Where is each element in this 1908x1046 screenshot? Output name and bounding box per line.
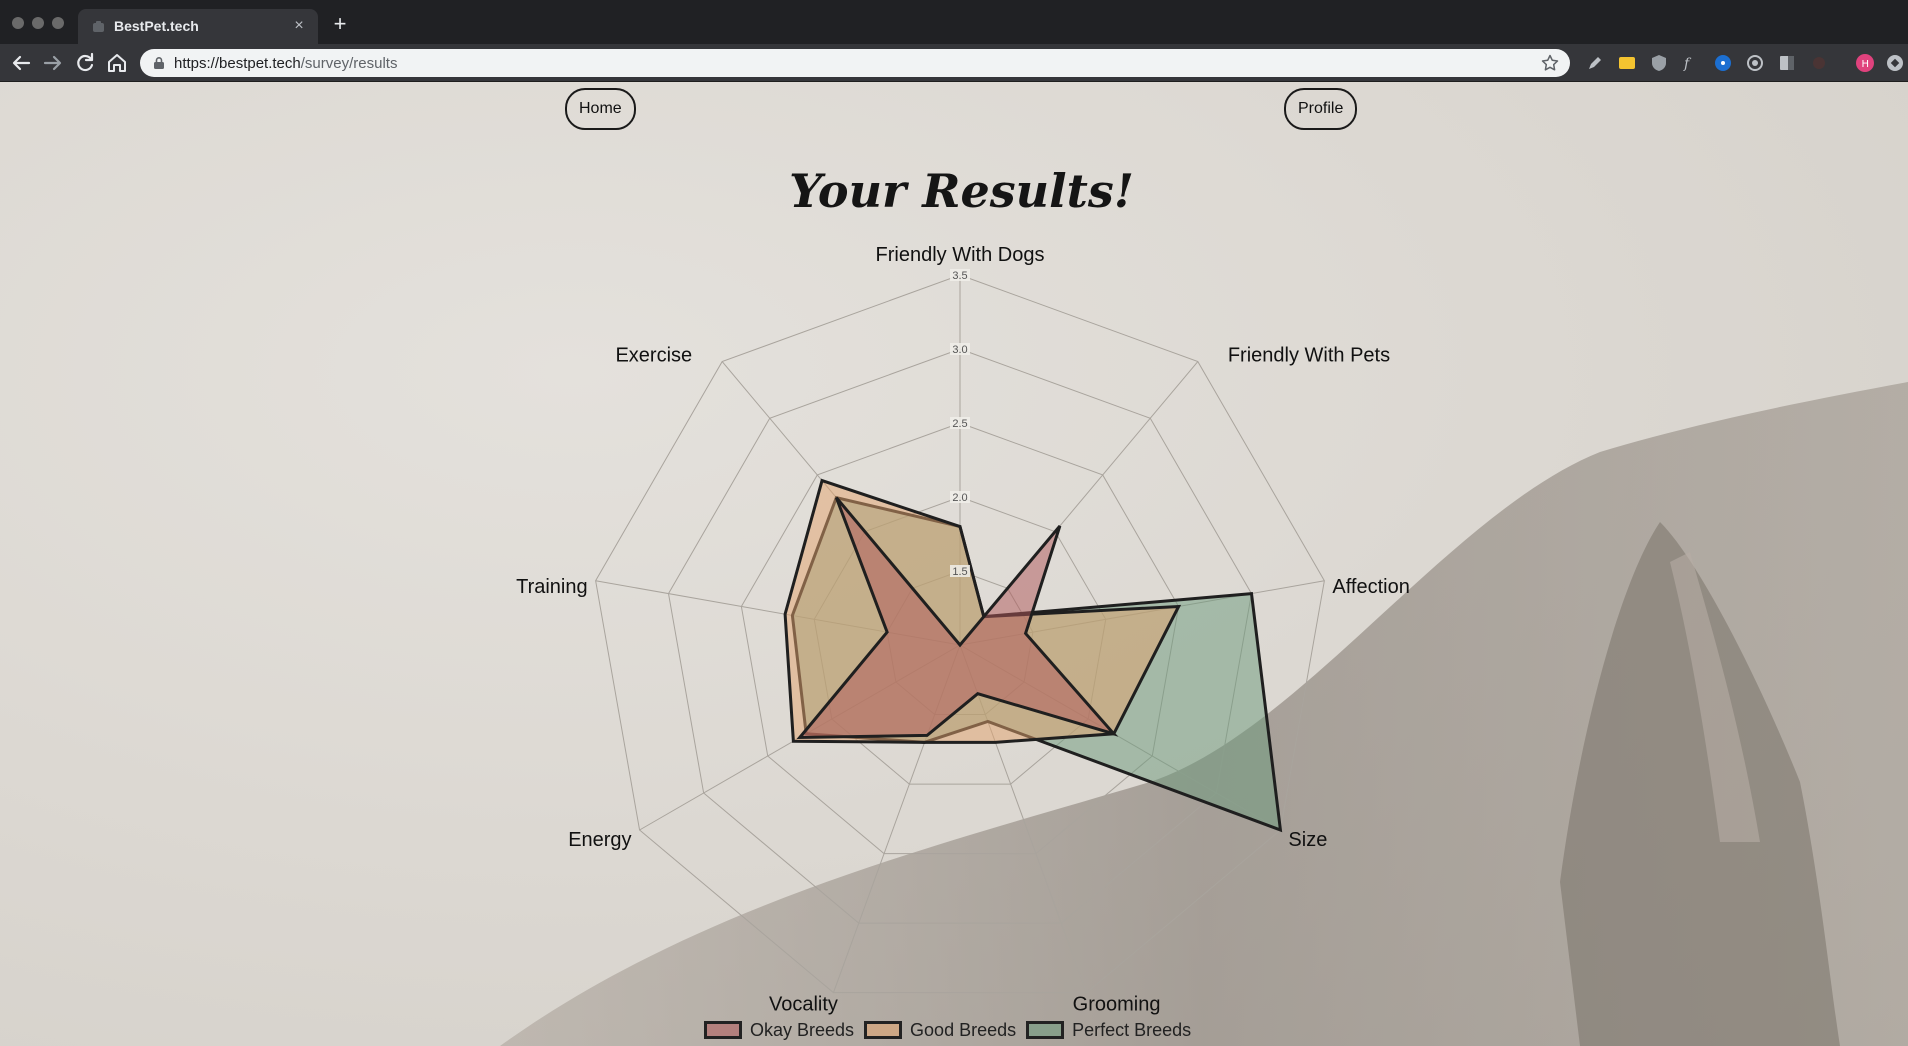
legend-item-good[interactable]: Good Breeds	[864, 1020, 1016, 1041]
browser-tab[interactable]: BestPet.tech ×	[78, 9, 318, 44]
browser-toolbar: https://bestpet.tech/survey/results f H	[0, 44, 1908, 82]
axis-label: Energy	[568, 829, 631, 851]
back-arrow-icon[interactable]	[9, 51, 33, 75]
home-button[interactable]: Home	[565, 88, 636, 130]
svg-text:H: H	[1862, 59, 1870, 70]
profile-avatar-icon[interactable]: H	[1855, 53, 1875, 73]
site-favicon-icon	[93, 21, 104, 32]
bookmark-star-icon[interactable]	[1540, 53, 1560, 73]
legend-label-perfect: Perfect Breeds	[1072, 1019, 1192, 1040]
pen-extension-icon[interactable]	[1585, 53, 1605, 73]
radar-chart: 1.5 2.0 2.5 3.0 3.5 Friendly With Dogs Friendl…	[516, 244, 1410, 1016]
chart-legend: Okay Breeds Good Breeds Perfect Breeds	[704, 1018, 1201, 1042]
lock-icon[interactable]	[152, 56, 166, 70]
home-icon[interactable]	[105, 51, 129, 75]
axis-label: Training	[516, 576, 588, 598]
axis-label: Affection	[1332, 576, 1409, 598]
axis-label: Size	[1288, 829, 1327, 851]
tick-label: 1.5	[952, 566, 967, 578]
tick-label: 2.0	[952, 492, 967, 504]
tab-strip: BestPet.tech × +	[0, 0, 1908, 44]
address-bar[interactable]: https://bestpet.tech/survey/results	[140, 49, 1570, 77]
legend-swatch-okay	[704, 1021, 742, 1039]
url-path: /survey/results	[300, 55, 398, 72]
page: 1.5 2.0 2.5 3.0 3.5 Friendly With Dogs Friendl…	[0, 82, 1908, 1046]
axis-label: Grooming	[1073, 994, 1161, 1016]
disabled-extension-icon[interactable]	[1809, 53, 1829, 73]
page-title: Your Results!	[789, 164, 1134, 218]
forward-arrow-icon[interactable]	[41, 51, 65, 75]
profile-button[interactable]: Profile	[1284, 88, 1358, 130]
tab-close-icon[interactable]: ×	[290, 17, 308, 35]
url-host: https://bestpet.tech	[174, 55, 301, 72]
svg-text:f: f	[1683, 56, 1692, 72]
panel-extension-icon[interactable]	[1777, 53, 1797, 73]
window-zoom-dot[interactable]	[52, 17, 64, 29]
tick-label: 2.5	[952, 418, 967, 430]
url-text[interactable]: https://bestpet.tech/survey/results	[174, 55, 397, 72]
menu-extension-icon[interactable]	[1885, 53, 1905, 73]
legend-swatch-perfect	[1026, 1021, 1065, 1039]
target-extension-icon[interactable]	[1745, 53, 1765, 73]
tick-label: 3.5	[952, 270, 967, 282]
axis-label: Friendly With Dogs	[876, 244, 1045, 266]
function-extension-icon[interactable]: f	[1681, 53, 1701, 73]
axis-label: Exercise	[615, 345, 692, 367]
window-minimize-dot[interactable]	[32, 17, 44, 29]
legend-swatch-good	[864, 1021, 903, 1039]
window-close-dot[interactable]	[12, 17, 24, 29]
legend-item-perfect[interactable]: Perfect Breeds	[1026, 1020, 1191, 1041]
tick-label: 3.0	[952, 344, 967, 356]
new-tab-button[interactable]: +	[328, 13, 352, 37]
shield-extension-icon[interactable]	[1649, 53, 1669, 73]
legend-label-okay: Okay Breeds	[750, 1019, 855, 1040]
react-extension-icon[interactable]	[1713, 53, 1733, 73]
legend-label-good: Good Breeds	[910, 1019, 1017, 1040]
axis-label: Friendly With Pets	[1228, 345, 1390, 367]
reload-icon[interactable]	[73, 51, 97, 75]
legend-item-okay[interactable]: Okay Breeds	[704, 1020, 854, 1041]
axis-label: Vocality	[769, 994, 838, 1016]
tab-title: BestPet.tech	[114, 18, 199, 34]
folder-extension-icon[interactable]	[1617, 53, 1637, 73]
